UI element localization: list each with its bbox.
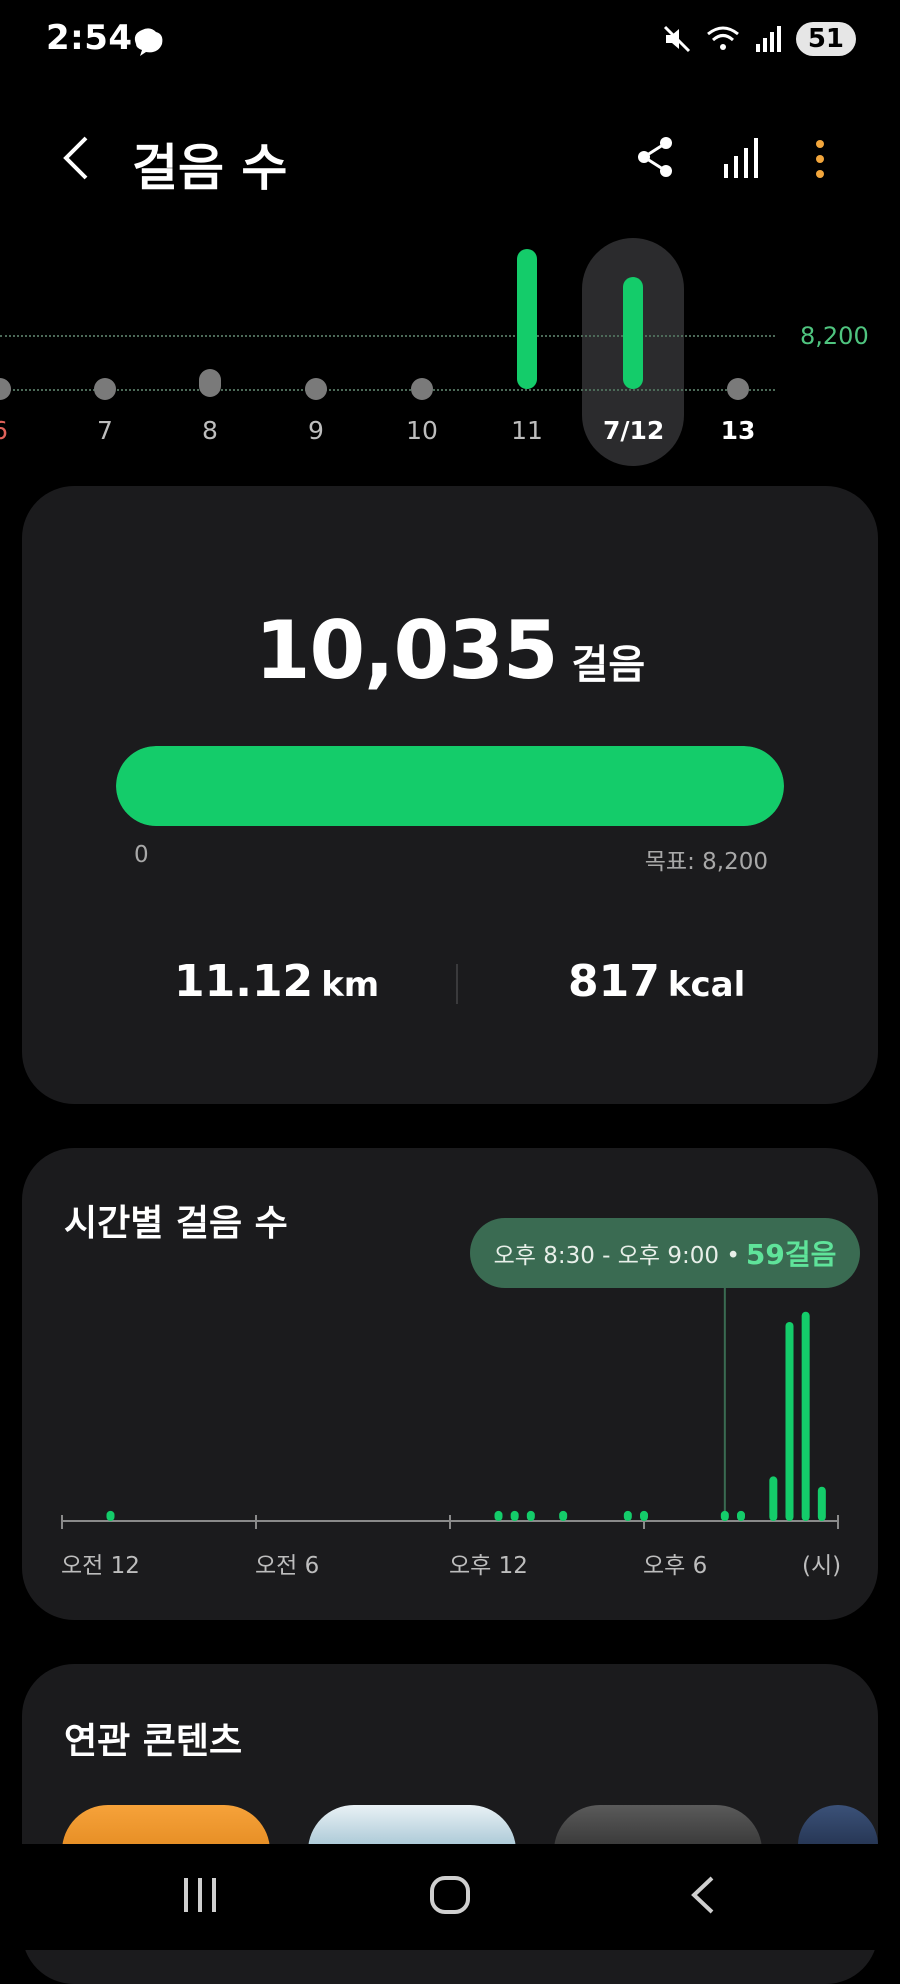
x-axis-label: 오후 6: [643, 1553, 708, 1579]
more-icon[interactable]: [814, 138, 826, 180]
calories-unit: kcal: [667, 965, 746, 1005]
x-axis-label: 오전 12: [61, 1553, 140, 1579]
status-time: 2:54: [46, 18, 133, 58]
page-title: 걸음 수: [132, 139, 288, 197]
day-steps-dot[interactable]: [411, 378, 433, 400]
status-icons: 51: [662, 22, 856, 56]
day-steps-dot[interactable]: [305, 378, 327, 400]
hourly-steps-card[interactable]: 시간별 걸음 수 오후 8:30 - 오후 9:00 • 59걸음 오전 12 오…: [22, 1148, 878, 1620]
total-steps: 10,035 걸음: [22, 604, 878, 697]
steps-value: 10,035: [254, 604, 559, 697]
hourly-bar[interactable]: [526, 1510, 535, 1521]
hourly-bar[interactable]: [817, 1486, 826, 1521]
hourly-bar[interactable]: [801, 1311, 810, 1521]
hourly-bar[interactable]: [494, 1510, 503, 1521]
x-axis-label: 오전 6: [255, 1553, 320, 1579]
mute-icon: [663, 25, 690, 53]
recent-apps-icon[interactable]: [180, 1874, 220, 1916]
hourly-bar[interactable]: [720, 1510, 729, 1521]
day-label[interactable]: 11: [497, 416, 557, 445]
hourly-bar[interactable]: [785, 1322, 794, 1521]
day-steps-bar[interactable]: [623, 276, 643, 389]
distance-value: 11.12: [174, 956, 314, 1007]
signal-icon: [755, 26, 781, 52]
summary-card: 10,035 걸음 0 목표: 8,200 11.12 km 817 kcal: [22, 486, 878, 1104]
goal-line-label: 8,200: [800, 322, 869, 350]
day-steps-dot[interactable]: [94, 378, 116, 400]
day-steps-dot[interactable]: [727, 378, 749, 400]
distance-stat: 11.12 km: [174, 956, 379, 1007]
calories-value: 817: [568, 956, 660, 1007]
battery-indicator: 51: [795, 22, 856, 56]
hourly-bar[interactable]: [559, 1510, 568, 1521]
steps-unit: 걸음: [571, 642, 646, 688]
stat-divider: [456, 964, 458, 1004]
day-label[interactable]: 10: [392, 416, 452, 445]
nav-back-icon[interactable]: [688, 1874, 718, 1916]
hourly-bar[interactable]: [737, 1510, 745, 1521]
hourly-bar[interactable]: [640, 1510, 648, 1521]
notification-icon: [134, 28, 163, 56]
goal-progress-fill: [116, 746, 784, 826]
distance-unit: km: [321, 965, 380, 1005]
day-label[interactable]: 6: [0, 416, 30, 445]
x-axis-label: (시): [802, 1553, 842, 1579]
day-label[interactable]: 8: [180, 416, 240, 445]
day-steps-dot[interactable]: [0, 378, 11, 400]
day-label[interactable]: 7/12: [603, 416, 664, 445]
day-steps-bar[interactable]: [517, 249, 537, 389]
hourly-bar[interactable]: [769, 1476, 778, 1521]
calories-stat: 817 kcal: [568, 956, 745, 1007]
hourly-bar[interactable]: [623, 1510, 632, 1521]
day-steps-dot[interactable]: [199, 369, 221, 397]
stats-icon[interactable]: [722, 136, 762, 180]
progress-min-label: 0: [134, 842, 149, 868]
related-title: 연관 콘텐츠: [64, 1721, 243, 1762]
home-icon[interactable]: [428, 1874, 472, 1916]
goal-progress-bar: [116, 746, 784, 826]
goal-line: [0, 335, 775, 337]
baseline: [0, 389, 775, 391]
day-label[interactable]: 13: [708, 416, 768, 445]
back-icon[interactable]: [60, 134, 92, 182]
wifi-icon: [706, 26, 739, 50]
x-axis-label: 오후 12: [449, 1553, 528, 1579]
day-label[interactable]: 9: [286, 416, 346, 445]
hourly-bar[interactable]: [106, 1510, 115, 1521]
goal-label: 목표: 8,200: [644, 849, 768, 875]
share-icon[interactable]: [636, 136, 674, 178]
day-label[interactable]: 7: [75, 416, 135, 445]
hourly-bar[interactable]: [510, 1510, 519, 1521]
